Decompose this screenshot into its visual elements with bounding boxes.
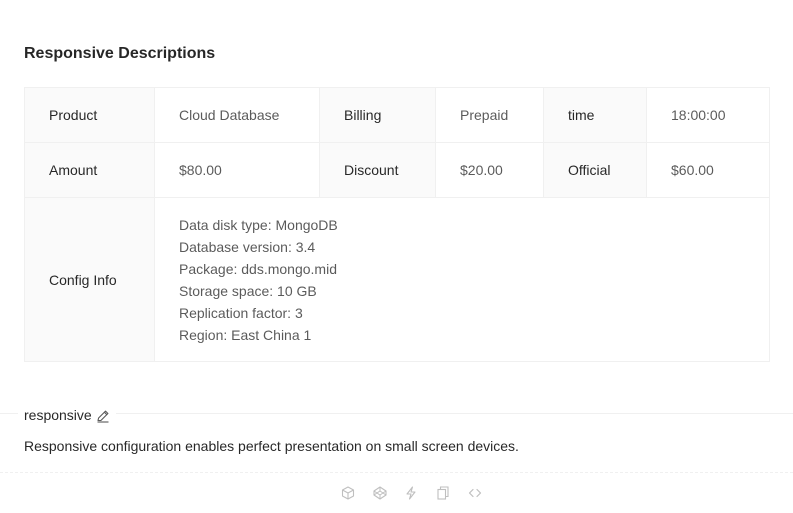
value-amount: $80.00 xyxy=(154,142,320,198)
config-line-package: Package: dds.mongo.mid xyxy=(179,260,337,277)
value-config-info: Data disk type: MongoDB Database version… xyxy=(154,197,770,362)
label-discount: Discount xyxy=(319,142,436,198)
config-info-lines: Data disk type: MongoDB Database version… xyxy=(179,214,745,346)
value-time: 18:00:00 xyxy=(646,87,770,143)
descriptions-row: Config Info Data disk type: MongoDB Data… xyxy=(24,197,770,362)
value-billing: Prepaid xyxy=(435,87,544,143)
copy-icon[interactable] xyxy=(435,485,451,501)
actions-divider xyxy=(0,472,793,473)
demo-meta-divider xyxy=(0,413,793,414)
label-config-info: Config Info xyxy=(24,197,155,362)
page: Responsive Descriptions Product Cloud Da… xyxy=(0,0,793,513)
config-line-region: Region: East China 1 xyxy=(179,326,312,343)
expand-code-icon[interactable] xyxy=(467,485,483,501)
codesandbox-icon[interactable] xyxy=(340,485,356,501)
label-time: time xyxy=(543,87,647,143)
label-billing: Billing xyxy=(319,87,436,143)
edit-icon[interactable] xyxy=(96,408,110,423)
value-discount: $20.00 xyxy=(435,142,544,198)
value-official: $60.00 xyxy=(646,142,770,198)
codepen-icon[interactable] xyxy=(372,485,388,501)
thunderbolt-icon[interactable] xyxy=(403,485,419,501)
value-product: Cloud Database xyxy=(154,87,320,143)
config-line-storage: Storage space: 10 GB xyxy=(179,282,317,299)
config-line-db-version: Database version: 3.4 xyxy=(179,238,316,255)
config-line-replication: Replication factor: 3 xyxy=(179,304,303,321)
label-amount: Amount xyxy=(24,142,155,198)
descriptions-table: Product Cloud Database Billing Prepaid t… xyxy=(24,87,770,362)
code-box-actions xyxy=(340,484,483,502)
demo-title-text: responsive xyxy=(24,407,92,423)
descriptions-row: Product Cloud Database Billing Prepaid t… xyxy=(24,87,770,143)
descriptions-row: Amount $80.00 Discount $20.00 Official $… xyxy=(24,142,770,198)
config-line-disk-type: Data disk type: MongoDB xyxy=(179,216,338,233)
demo-meta-title: responsive xyxy=(18,405,116,425)
label-product: Product xyxy=(24,87,155,143)
descriptions-title: Responsive Descriptions xyxy=(24,45,216,62)
label-official: Official xyxy=(543,142,647,198)
demo-description: Responsive configuration enables perfect… xyxy=(24,438,519,454)
